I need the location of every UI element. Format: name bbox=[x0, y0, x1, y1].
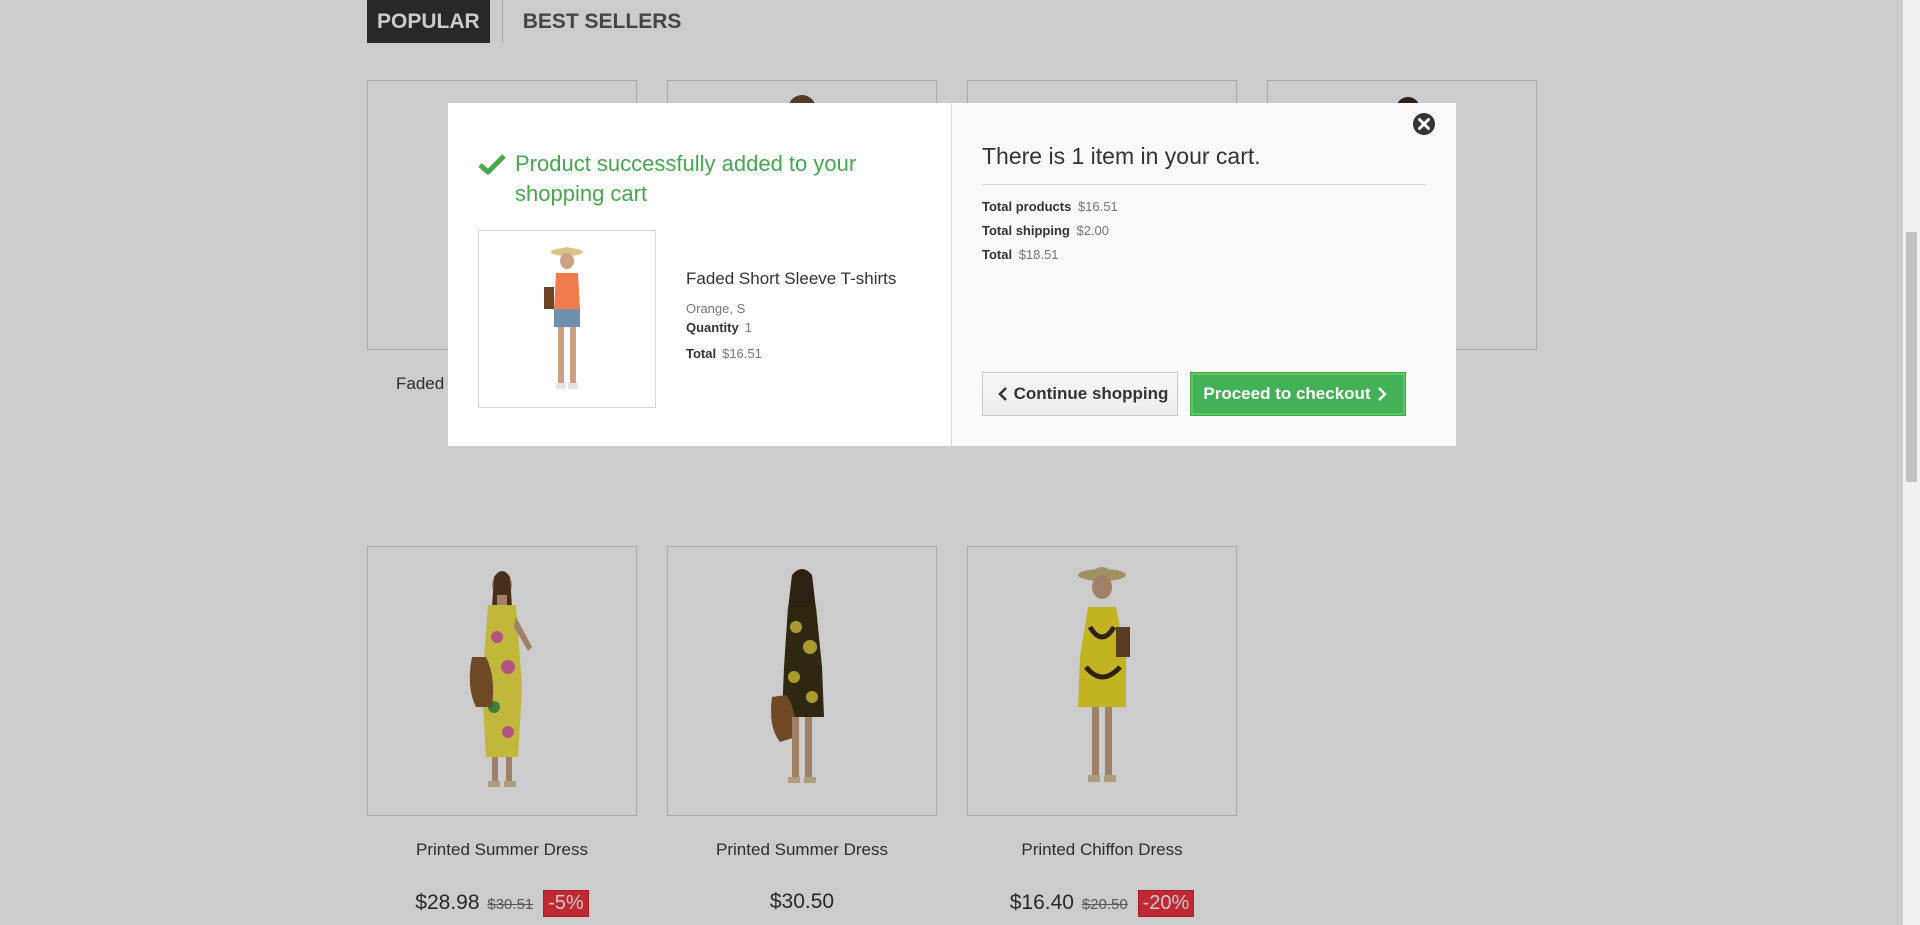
cart-product-quantity: Quantity 1 bbox=[686, 320, 896, 335]
added-product-panel: Product successfully added to your shopp… bbox=[448, 103, 952, 446]
total-shipping-label: Total shipping bbox=[982, 223, 1070, 238]
cart-product-info: Faded Short Sleeve T-shirts Orange, S Qu… bbox=[686, 269, 896, 361]
success-title: Product successfully added to your shopp… bbox=[515, 151, 857, 206]
product-total-label: Total bbox=[686, 346, 717, 361]
continue-shopping-button[interactable]: Continue shopping bbox=[982, 372, 1178, 416]
cart-product-name: Faded Short Sleeve T-shirts bbox=[686, 269, 897, 288]
cart-summary-panel: There is 1 item in your cart. Total prod… bbox=[952, 103, 1456, 446]
grand-total-label: Total bbox=[982, 247, 1013, 262]
total-products-line: Total products $16.51 bbox=[982, 199, 1426, 214]
total-shipping-line: Total shipping $2.00 bbox=[982, 223, 1426, 238]
grand-total-value: $18.51 bbox=[1018, 247, 1059, 262]
proceed-to-checkout-button[interactable]: Proceed to checkout bbox=[1190, 372, 1406, 416]
cart-product-total: Total $16.51 bbox=[686, 346, 896, 361]
cart-product-image bbox=[478, 230, 656, 408]
check-icon bbox=[478, 154, 506, 175]
cart-count-text: There is 1 item in your cart. bbox=[982, 143, 1426, 185]
product-total-value: $16.51 bbox=[722, 346, 762, 361]
add-to-cart-modal: Product successfully added to your shopp… bbox=[448, 103, 1456, 446]
total-shipping-value: $2.00 bbox=[1076, 223, 1110, 238]
close-icon[interactable] bbox=[1412, 112, 1436, 136]
continue-shopping-label: Continue shopping bbox=[1013, 384, 1169, 403]
total-products-value: $16.51 bbox=[1077, 199, 1118, 214]
cart-product-attributes: Orange, S bbox=[686, 301, 746, 316]
quantity-value: 1 bbox=[744, 320, 752, 335]
scrollbar-thumb[interactable] bbox=[1906, 232, 1917, 482]
page-scrollbar[interactable] bbox=[1903, 0, 1920, 925]
chevron-right-icon bbox=[1377, 387, 1387, 401]
proceed-to-checkout-label: Proceed to checkout bbox=[1203, 384, 1371, 403]
total-products-label: Total products bbox=[982, 199, 1072, 214]
grand-total-line: Total $18.51 bbox=[982, 247, 1426, 262]
tshirt-model-icon bbox=[544, 247, 583, 389]
quantity-label: Quantity bbox=[686, 320, 739, 335]
chevron-left-icon bbox=[997, 387, 1007, 401]
cart-totals: Total products $16.51 Total shipping $2.… bbox=[982, 199, 1426, 262]
success-message: Product successfully added to your shopp… bbox=[478, 149, 875, 209]
